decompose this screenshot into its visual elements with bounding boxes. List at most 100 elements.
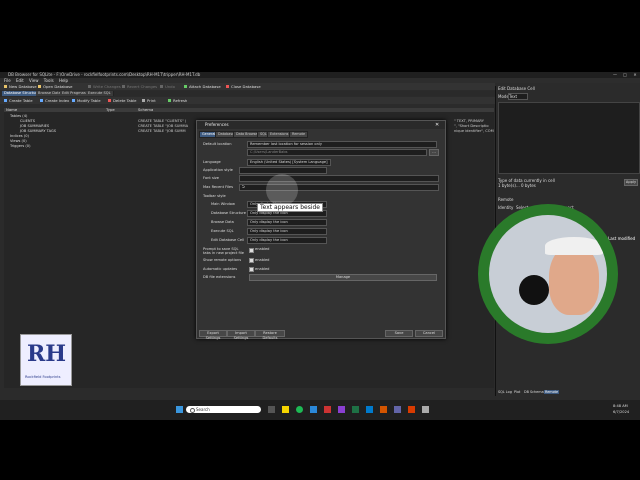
spotify-icon[interactable] [296,406,303,413]
checkbox-value: enabled [255,247,270,251]
import-settings-button[interactable]: Import Settings [227,330,255,340]
restore-defaults-button[interactable]: Restore Defaults [255,330,285,340]
edit-cell-panel: Edit Database Cell Mode: Text Type of da… [495,86,640,196]
checkbox-value: enabled [255,267,270,271]
bottom-dock-tabs: SQL Log Plot DB Schema Remote [498,390,638,395]
cell-editor[interactable] [498,102,640,174]
start-icon[interactable] [176,406,183,413]
microphone [519,275,549,305]
checkbox[interactable] [249,258,254,263]
toolbar-style-select[interactable]: Only display the icon [247,237,327,244]
language-select[interactable]: English (United States) [System Language… [247,159,331,166]
checkbox[interactable] [249,267,254,272]
cancel-button[interactable]: Cancel [415,330,443,337]
manage-button[interactable]: Manage [249,274,437,281]
tab-sql-log[interactable]: SQL Log [498,390,512,394]
max-recent-label: Max Recent Files [203,185,234,189]
app-icon[interactable] [422,406,429,413]
identity-label: Identity [498,205,514,210]
apply-button[interactable]: Apply [624,179,638,186]
app-style-label: Application style [203,168,233,172]
structure-toolbar: Create Table Create Index Modify Table D… [0,97,495,104]
attach-database-button[interactable]: Attach Database [184,84,221,89]
path-field[interactable]: C:/Users/LanderBabs [247,149,427,156]
logo-caption: Rockfield Footprints [25,375,61,379]
tab-db-schema[interactable]: DB Schema [524,390,544,394]
checkbox-label: Automatic updates [203,267,238,271]
toolbar-row-label: Edit Database Cell [211,238,245,242]
create-table-button[interactable]: Create Table [4,98,33,103]
default-location-label: Default location [203,142,232,146]
write-changes-button[interactable]: Write Changes [88,84,121,89]
channel-logo: RH Rockfield Footprints [20,334,72,386]
font-size-label: Font size [203,176,219,180]
tab-plot[interactable]: Plot [514,390,520,394]
clock-date[interactable]: 6/7/2024 [613,410,629,414]
language-label: Language [203,160,221,164]
undo-button[interactable]: Undo [160,84,175,89]
windows-taskbar: Search 8:48 AM 6/7/2024 [0,400,640,420]
main-toolbar: New Database Open Database Write Changes… [0,83,495,90]
preferences-title: Preferences [205,122,229,127]
remote-title: Remote [498,197,514,202]
new-database-button[interactable]: New Database [4,84,37,89]
main-tabs: Database Structure Browse Data Edit Prag… [0,91,495,96]
checkbox[interactable] [249,248,254,253]
webcam-feed [489,215,607,333]
toolbar-row-label: Execute SQL [211,229,234,233]
revert-changes-button[interactable]: Revert Changes [122,84,157,89]
logo-initials: RH [27,341,67,367]
teams-icon[interactable] [394,406,401,413]
task-view-icon[interactable] [268,406,275,413]
tab-edit-pragmas[interactable]: Edit Pragmas [60,91,89,96]
toolbar-style-select[interactable]: Only display the icon [247,219,327,226]
vscode-icon[interactable] [366,406,373,413]
clock-time[interactable]: 8:48 AM [613,404,628,408]
tree-row-name: Triggers (0) [10,144,31,148]
tooltip: Text appears beside [257,203,323,212]
toolbar-style-select[interactable]: Only display the icon [247,228,327,235]
cell-size-text: 1 byte(s)... 0 bytes [498,183,536,188]
browse-button[interactable]: … [429,149,439,156]
print-button[interactable]: Print [142,98,156,103]
open-database-button[interactable]: Open Database [38,84,72,89]
export-settings-button[interactable]: Export Settings [199,330,227,340]
pref-tab-extensions[interactable]: Extensions [267,131,292,138]
pref-tab-remote[interactable]: Remote [289,131,309,138]
checkbox-label: Show remote options [203,258,242,262]
tab-remote[interactable]: Remote [544,390,560,394]
app-icon[interactable] [380,406,387,413]
app-icon[interactable] [338,406,345,413]
mode-select[interactable]: Text [508,93,528,100]
app-icon[interactable] [408,406,415,413]
toolbar-row-label: Database Structure [211,211,247,215]
db-file-ext-label: DB file extensions [203,275,236,279]
checkbox-label: Prompt to save SQL tabs in new project f… [203,247,244,255]
refresh-button[interactable]: Refresh [168,98,187,103]
tab-execute-sql[interactable]: Execute SQL [86,91,114,96]
preferences-dialog: Preferences ✕ General Database Data Brow… [196,120,446,340]
app-icon[interactable] [324,406,331,413]
last-modified-label: Last modified [608,236,636,241]
excel-icon[interactable] [352,406,359,413]
search-icon [190,408,195,413]
search-input[interactable]: Search [186,406,261,413]
default-location-select[interactable]: Remember last location for session only [247,141,437,148]
toolbar-row-label: Main Window [211,202,235,206]
preferences-titlebar: Preferences ✕ [197,121,445,129]
presenter-face [549,245,599,315]
save-button[interactable]: Save [385,330,413,337]
file-explorer-icon[interactable] [282,406,289,413]
app-style-select[interactable] [239,167,327,174]
toolbar-style-label: Toolbar style [203,194,226,198]
close-icon[interactable]: ✕ [435,122,439,128]
delete-table-button[interactable]: Delete Table [108,98,137,103]
modify-table-button[interactable]: Modify Table [72,98,101,103]
edit-cell-title: Edit Database Cell [498,86,535,91]
create-index-button[interactable]: Create Index [40,98,69,103]
toolbar-row-label: Browse Data [211,220,234,224]
edge-icon[interactable] [310,406,317,413]
close-database-button[interactable]: Close Database [226,84,261,89]
cursor-highlight [266,174,298,206]
checkbox-value: enabled [255,258,270,262]
